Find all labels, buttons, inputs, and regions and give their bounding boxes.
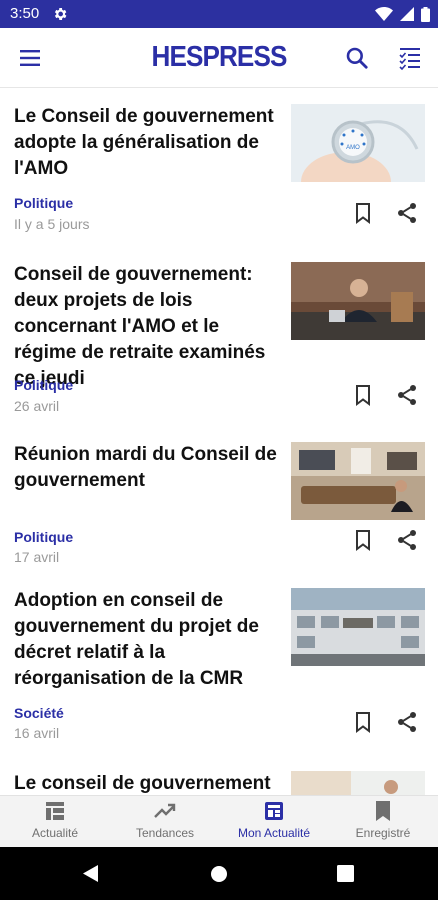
back-icon[interactable] [82,864,100,883]
article-date: 16 avril [14,725,60,741]
article-title[interactable]: Réunion mardi du Conseil de gouvernement [14,442,280,494]
article-thumbnail[interactable] [291,588,425,666]
article-thumbnail[interactable] [291,262,425,340]
signal-icon [400,7,414,21]
article-category[interactable]: Politique [14,529,73,545]
share-icon[interactable] [395,383,419,407]
article-category[interactable]: Politique [14,377,73,393]
system-navigation-bar [0,847,438,900]
status-time: 3:50 [10,5,40,22]
article-thumbnail[interactable]: AMO [291,104,425,182]
article-date: Il y a 5 jours [14,216,90,232]
bottom-navigation: Actualité Tendances Mon Actualité Enregi… [0,795,438,847]
article-category[interactable]: Société [14,705,64,721]
article-thumbnail[interactable] [291,771,425,795]
nav-enregistre[interactable]: Enregistré [328,796,438,848]
nav-tendances[interactable]: Tendances [110,796,220,848]
article-card[interactable]: Le Conseil de gouvernement adopte la gén… [0,89,438,254]
nav-label: Actualité [31,826,79,840]
wifi-icon [375,7,393,21]
trending-icon [154,803,176,818]
article-card[interactable]: Adoption en conseil de gouvernement du p… [0,579,438,759]
my-news-icon [265,802,283,820]
share-icon[interactable] [395,201,419,225]
article-date: 17 avril [14,549,60,565]
nav-mon-actualite[interactable]: Mon Actualité [219,796,329,848]
bookmark-icon[interactable] [351,201,375,225]
thumbnail-badge-text: AMO [346,145,360,151]
nav-label: Enregistré [355,826,411,840]
article-card[interactable]: Conseil de gouvernement: deux projets de… [0,254,438,434]
search-icon[interactable] [344,45,370,71]
bookmark-icon[interactable] [351,710,375,734]
article-title[interactable]: Le conseil de gouvernement [14,771,280,795]
share-icon[interactable] [395,528,419,552]
battery-icon [421,6,430,22]
home-icon[interactable] [210,865,228,883]
nav-label: Mon Actualité [237,826,311,840]
article-card[interactable]: Le conseil de gouvernement [0,759,438,795]
article-title[interactable]: Le Conseil de gouvernement adopte la gén… [14,104,280,182]
nav-label: Tendances [135,826,195,840]
share-icon[interactable] [395,710,419,734]
bookmark-icon[interactable] [351,528,375,552]
app-bar: HESPRESS [0,28,438,88]
checklist-icon[interactable] [396,44,424,72]
article-feed[interactable]: Le Conseil de gouvernement adopte la gén… [0,89,438,795]
article-date: 26 avril [14,398,60,414]
article-category[interactable]: Politique [14,195,73,211]
article-thumbnail[interactable] [291,442,425,520]
article-title[interactable]: Conseil de gouvernement: deux projets de… [14,262,280,392]
article-title[interactable]: Adoption en conseil de gouvernement du p… [14,588,280,692]
recents-icon[interactable] [337,865,354,882]
bookmark-icon [376,801,390,821]
settings-gear-icon [54,8,67,20]
news-grid-icon [46,802,64,820]
bookmark-icon[interactable] [351,383,375,407]
nav-actualite[interactable]: Actualité [0,796,110,848]
article-card[interactable]: Réunion mardi du Conseil de gouvernement… [0,434,438,579]
status-bar: 3:50 [0,0,438,28]
